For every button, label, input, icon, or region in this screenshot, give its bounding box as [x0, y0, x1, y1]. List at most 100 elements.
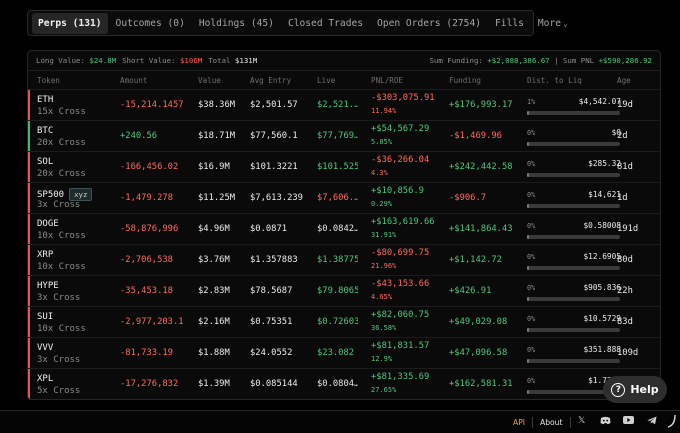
col-avg-entry[interactable]: Avg Entry [250, 76, 291, 85]
liq-distance-fill [527, 359, 529, 363]
roe-value: 12.9% [371, 355, 393, 363]
tab-fills[interactable]: Fills [489, 13, 530, 34]
amount-value: -17,276,832 [120, 379, 179, 389]
leverage-label: 15x Cross [37, 107, 86, 117]
token-name: XPL [37, 374, 54, 384]
leverage-label: 20x Cross [37, 169, 86, 179]
position-row-sp500[interactable]: SP500 xyz 3x Cross -1,479.278 $11.25M $7,613.… [28, 182, 660, 213]
side-indicator [28, 276, 30, 306]
liq-distance-bar [527, 142, 620, 146]
token-cell[interactable]: SUI [37, 312, 53, 322]
pnl-value: +$81,335.69 [371, 372, 430, 382]
col-dist-to-liq[interactable]: Dist. to Liq [527, 76, 582, 85]
position-row-eth[interactable]: ETH 15x Cross -15,214.1457 $38.36M $2,501.57… [28, 89, 660, 120]
pnl-value: -$36,266.04 [371, 155, 430, 165]
token-cell[interactable]: DOGE [37, 219, 59, 229]
position-row-hype[interactable]: HYPE 3x Cross -35,453.18 $2.83M $78.5687 $79.… [28, 275, 660, 306]
liq-distance-bar [527, 111, 620, 115]
funding-value: -$1,469.96 [449, 131, 502, 141]
roe-value: 21.96% [371, 262, 397, 270]
age-value: 83d [617, 317, 633, 327]
position-row-xpl[interactable]: XPL 5x Cross -17,276,832 $1.39M $0.085144 $0.… [28, 368, 660, 399]
long-value-label: Long Value: [36, 56, 85, 65]
api-link[interactable]: API [513, 418, 525, 427]
roe-value: 11.94% [371, 107, 397, 115]
leverage-label: 3x Cross [37, 293, 81, 303]
side-indicator [28, 90, 30, 120]
token-cell[interactable]: BTC [37, 126, 53, 136]
position-row-vvv[interactable]: VVV 3x Cross -81,733.19 $1.88M $24.0552 $23.0… [28, 337, 660, 368]
liq-distance-bar [527, 204, 620, 208]
liq-distance-bar [527, 235, 620, 239]
age-value: 109d [617, 348, 639, 358]
short-value: $106M [179, 56, 203, 65]
liq-distance-bar [527, 173, 620, 177]
tab-perps[interactable]: Perps (131) [32, 12, 108, 34]
position-row-doge[interactable]: DOGE 10x Cross -58,876,996 $4.96M $0.0871 $0.… [28, 213, 660, 244]
token-cell[interactable]: HYPE [37, 281, 59, 291]
token-cell[interactable]: SOL [37, 157, 53, 167]
leverage-label: 10x Cross [37, 231, 86, 241]
liq-distance-fill [527, 390, 529, 394]
question-icon: ? [611, 382, 626, 397]
position-value: $1.39M [198, 379, 230, 389]
pnl-value: +$54,567.29 [371, 124, 430, 134]
col-amount[interactable]: Amount [120, 76, 147, 85]
position-row-btc[interactable]: BTC 20x Cross +240.56 $18.71M $77,560.1 $77,7… [28, 120, 660, 151]
token-cell[interactable]: XRP [37, 250, 53, 260]
tab-closed-trades[interactable]: Closed Trades [282, 13, 369, 34]
chevron-down-icon: ⌄ [563, 18, 568, 28]
col-pnl-roe[interactable]: PNL/ROE [371, 76, 403, 85]
tab-holdings[interactable]: Holdings (45) [193, 13, 280, 34]
leverage-label: 5x Cross [37, 386, 81, 396]
tab-open-orders[interactable]: Open Orders (2754) [371, 13, 487, 34]
tab-outcomes[interactable]: Outcomes (0) [110, 13, 191, 34]
liq-distance-bar [527, 266, 620, 270]
help-button[interactable]: ? Help [603, 376, 667, 403]
position-row-sol[interactable]: SOL 20x Cross -166,456.02 $16.9M $101.3221 $1… [28, 151, 660, 182]
discord-icon[interactable] [600, 416, 611, 428]
side-indicator [28, 307, 30, 337]
liq-price: $905.836 [583, 283, 621, 292]
about-link[interactable]: About [540, 418, 562, 427]
liq-price: $10.5729 [583, 314, 621, 323]
liq-distance-fill [527, 328, 529, 332]
amount-value: -58,876,996 [120, 224, 179, 234]
position-tabs: Perps (131) Outcomes (0) Holdings (45) C… [27, 10, 568, 36]
liq-distance-fill [527, 297, 529, 301]
col-live[interactable]: Live [317, 76, 335, 85]
avg-entry-value: $1.357883 [250, 255, 298, 265]
position-value: $2.83M [198, 286, 230, 296]
position-row-xrp[interactable]: XRP 10x Cross -2,706,538 $3.76M $1.357883 $1.… [28, 244, 660, 275]
col-token[interactable]: Token [37, 76, 60, 85]
x-icon[interactable]: 𝕏 [578, 416, 585, 426]
token-name: ETH [37, 95, 54, 105]
live-price: $1.38775 [317, 255, 358, 265]
resize-handle-icon[interactable] [667, 414, 676, 431]
position-row-sui[interactable]: SUI 10x Cross -2,977,203.1 $2.16M $0.75351 $0… [28, 306, 660, 337]
roe-value: 27.65% [371, 386, 397, 394]
liq-distance-fill [527, 204, 529, 208]
liq-price: $0 [611, 128, 621, 137]
roe-value: 31.91% [371, 231, 397, 239]
amount-value: +240.56 [120, 131, 158, 141]
funding-value: +$49,029.08 [449, 317, 508, 327]
telegram-icon[interactable] [647, 416, 657, 428]
col-value[interactable]: Value [198, 76, 221, 85]
col-funding[interactable]: Funding [449, 76, 481, 85]
col-age[interactable]: Age [617, 76, 631, 85]
funding-value: +$176,993.17 [449, 100, 513, 110]
token-cell[interactable]: VVV [37, 343, 53, 353]
token-cell[interactable]: XPL [37, 374, 53, 384]
youtube-icon[interactable] [623, 416, 634, 427]
pnl-value: -$303,075.91 [371, 93, 435, 103]
token-name: DOGE [37, 219, 59, 229]
token-cell[interactable]: ETH [37, 95, 53, 105]
live-price: $0.0842… [317, 224, 358, 234]
pnl-value: +$82,060.75 [371, 310, 430, 320]
tab-more[interactable]: More ⌄ [532, 13, 574, 34]
amount-value: -1,479.278 [120, 193, 173, 203]
tab-more-label: More [537, 17, 562, 29]
live-price: $2,521.… [317, 100, 358, 110]
table-header: Token Amount Value Avg Entry Live PNL/RO… [28, 71, 660, 89]
